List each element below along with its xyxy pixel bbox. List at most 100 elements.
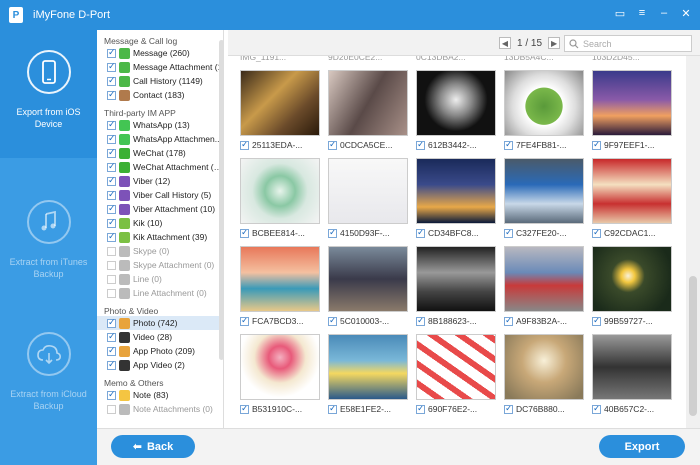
photo-checkbox[interactable]	[592, 140, 601, 150]
prev-page-button[interactable]: ◀	[499, 37, 511, 49]
photo-tile[interactable]: CD34BFC8...	[416, 158, 496, 240]
photo-checkbox[interactable]	[240, 228, 249, 238]
category-item[interactable]: Line Attachment (0)	[97, 286, 223, 300]
photo-tile[interactable]: 8B188623-...	[416, 246, 496, 328]
photo-thumbnail[interactable]	[416, 246, 496, 312]
photo-tile[interactable]: BCBEE814-...	[240, 158, 320, 240]
photo-checkbox[interactable]	[416, 228, 425, 238]
search-input[interactable]	[583, 38, 683, 49]
photo-checkbox[interactable]	[328, 228, 337, 238]
photo-tile[interactable]: 4150D93F-...	[328, 158, 408, 240]
photo-thumbnail[interactable]	[416, 70, 496, 136]
category-checkbox[interactable]	[107, 288, 116, 298]
category-checkbox[interactable]	[107, 331, 116, 342]
photo-thumbnail[interactable]	[240, 334, 320, 400]
category-checkbox[interactable]	[107, 203, 116, 214]
photo-tile[interactable]: E58E1FE2-...	[328, 334, 408, 416]
photo-tile[interactable]: A9F83B2A-...	[504, 246, 584, 328]
category-item[interactable]: Note (83)	[97, 388, 223, 402]
category-checkbox[interactable]	[107, 246, 116, 256]
category-checkbox[interactable]	[107, 47, 116, 58]
photo-thumbnail[interactable]	[592, 158, 672, 224]
category-item[interactable]: Viber Call History (5)	[97, 188, 223, 202]
category-item[interactable]: WhatsApp Attachmen...	[97, 132, 223, 146]
photo-thumbnail[interactable]	[504, 246, 584, 312]
category-scrollbar[interactable]	[219, 40, 224, 360]
photo-tile[interactable]: 103D2D45...	[592, 56, 672, 64]
photo-tile[interactable]: IMG_1191...	[240, 56, 320, 64]
photo-tile[interactable]: 40B657C2-...	[592, 334, 672, 416]
photo-tile[interactable]: C327FE20-...	[504, 158, 584, 240]
next-page-button[interactable]: ▶	[548, 37, 561, 49]
category-item[interactable]: Kik Attachment (39)	[97, 230, 223, 244]
photo-checkbox[interactable]	[240, 404, 249, 414]
photo-tile[interactable]: 690F76E2-...	[416, 334, 496, 416]
category-item[interactable]: Skype (0)	[97, 244, 223, 258]
category-checkbox[interactable]	[107, 404, 116, 414]
photo-tile[interactable]: 9D20E0CE2...	[328, 56, 408, 64]
photo-checkbox[interactable]	[328, 404, 337, 414]
photo-thumbnail[interactable]	[416, 334, 496, 400]
category-checkbox[interactable]	[107, 231, 116, 242]
photo-thumbnail[interactable]	[504, 158, 584, 224]
gallery-scrollbar[interactable]	[686, 56, 700, 428]
category-item[interactable]: Call History (1149)	[97, 74, 223, 88]
category-checkbox[interactable]	[107, 147, 116, 158]
photo-checkbox[interactable]	[592, 316, 601, 326]
nav-icloud-backup[interactable]: Extract from iCloud Backup	[0, 312, 97, 440]
category-checkbox[interactable]	[107, 89, 116, 100]
category-item[interactable]: WeChat Attachment (6...	[97, 160, 223, 174]
back-button[interactable]: ⬅ Back	[111, 435, 195, 458]
photo-checkbox[interactable]	[416, 404, 425, 414]
photo-tile[interactable]: C92CDAC1...	[592, 158, 672, 240]
category-item[interactable]: Skype Attachment (0)	[97, 258, 223, 272]
photo-thumbnail[interactable]	[592, 334, 672, 400]
category-item[interactable]: Note Attachments (0)	[97, 402, 223, 416]
photo-thumbnail[interactable]	[328, 158, 408, 224]
photo-tile[interactable]: 0C13DBA2...	[416, 56, 496, 64]
photo-checkbox[interactable]	[416, 140, 425, 150]
category-checkbox[interactable]	[107, 389, 116, 400]
photo-tile[interactable]: 13DB5A4C...	[504, 56, 584, 64]
category-checkbox[interactable]	[107, 274, 116, 284]
photo-tile[interactable]: FCA7BCD3...	[240, 246, 320, 328]
category-item[interactable]: Viber Attachment (10)	[97, 202, 223, 216]
photo-thumbnail[interactable]	[592, 70, 672, 136]
gallery-scroll-thumb[interactable]	[689, 276, 697, 416]
category-checkbox[interactable]	[107, 133, 116, 144]
photo-thumbnail[interactable]	[328, 246, 408, 312]
category-checkbox[interactable]	[107, 189, 116, 200]
photo-tile[interactable]: 5C010003-...	[328, 246, 408, 328]
category-item[interactable]: Video (28)	[97, 330, 223, 344]
photo-checkbox[interactable]	[328, 140, 337, 150]
category-checkbox[interactable]	[107, 119, 116, 130]
category-checkbox[interactable]	[107, 75, 116, 86]
photo-thumbnail[interactable]	[504, 334, 584, 400]
photo-tile[interactable]: 9F97EEF1-...	[592, 70, 672, 152]
category-item[interactable]: Line (0)	[97, 272, 223, 286]
photo-checkbox[interactable]	[328, 316, 337, 326]
photo-tile[interactable]: 7FE4FB81-...	[504, 70, 584, 152]
photo-tile[interactable]: 25113EDA-...	[240, 70, 320, 152]
category-item[interactable]: Message (260)	[97, 46, 223, 60]
category-checkbox[interactable]	[107, 345, 116, 356]
photo-thumbnail[interactable]	[592, 246, 672, 312]
photo-tile[interactable]: 99B59727-...	[592, 246, 672, 328]
photo-thumbnail[interactable]	[240, 70, 320, 136]
category-checkbox[interactable]	[107, 61, 116, 72]
photo-checkbox[interactable]	[240, 140, 249, 150]
category-checkbox[interactable]	[107, 217, 116, 228]
category-item[interactable]: Message Attachment (1	[97, 60, 223, 74]
photo-checkbox[interactable]	[592, 404, 601, 414]
category-item[interactable]: WeChat (178)	[97, 146, 223, 160]
category-checkbox[interactable]	[107, 161, 116, 172]
photo-thumbnail[interactable]	[328, 334, 408, 400]
photo-checkbox[interactable]	[504, 228, 513, 238]
photo-tile[interactable]: 0CDCA5CE...	[328, 70, 408, 152]
category-checkbox[interactable]	[107, 359, 116, 370]
photo-tile[interactable]: B531910C-...	[240, 334, 320, 416]
category-checkbox[interactable]	[107, 175, 116, 186]
nav-itunes-backup[interactable]: Extract from iTunes Backup	[0, 180, 97, 308]
menu-icon[interactable]: ≡	[636, 7, 648, 19]
category-item[interactable]: WhatsApp (13)	[97, 118, 223, 132]
